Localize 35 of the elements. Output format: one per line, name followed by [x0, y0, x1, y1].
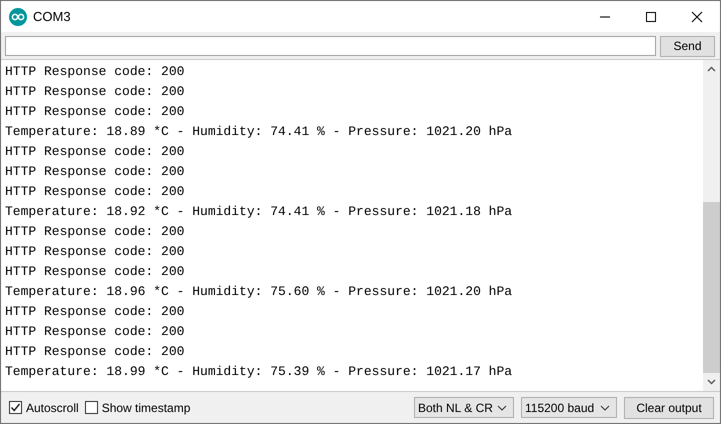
log-line: HTTP Response code: 200 [5, 323, 184, 341]
chevron-icon [600, 404, 610, 410]
send-button[interactable]: Send [660, 36, 715, 56]
checkbox-label[interactable]: Autoscroll [26, 400, 79, 414]
log-line: Temperature: 18.89 *C - Humidity: 74.41 % - Pressure: 1021.20 hPa [5, 123, 512, 141]
log-line: HTTP Response code: 200 [5, 303, 184, 321]
log-line: Temperature: 18.99 *C - Humidity: 75.39 % - Pressure: 1021.17 hPa [5, 363, 512, 381]
log-line: HTTP Response code: 200 [5, 343, 184, 361]
log-line: HTTP Response code: 200 [5, 103, 184, 121]
log-line: HTTP Response code: 200 [5, 163, 184, 181]
log-line: HTTP Response code: 200 [5, 63, 184, 81]
chevron-icon [497, 404, 507, 410]
log-line: HTTP Response code: 200 [5, 83, 184, 101]
app-logo-icon [9, 8, 27, 26]
checkbox[interactable] [9, 401, 22, 414]
log-line: Temperature: 18.96 *C - Humidity: 75.60 % - Pressure: 1021.20 hPa [5, 283, 512, 301]
input-field[interactable] [5, 36, 656, 56]
line-ending-dropdown[interactable]: Both NL & CR [414, 397, 514, 418]
log-line: HTTP Response code: 200 [5, 143, 184, 161]
scroll-thumb[interactable] [703, 202, 720, 373]
clear-output-button[interactable]: Clear output [624, 396, 714, 418]
log-line: Temperature: 18.92 *C - Humidity: 74.41 % - Pressure: 1021.18 hPa [5, 203, 512, 221]
scroll-down-icon[interactable] [707, 379, 716, 385]
log-line: HTTP Response code: 200 [5, 263, 184, 281]
close-icon[interactable] [691, 10, 703, 22]
scroll-up-icon[interactable] [707, 66, 716, 72]
log-line: HTTP Response code: 200 [5, 223, 184, 241]
checkbox-label[interactable]: Show timestamp [102, 400, 190, 414]
log-line: HTTP Response code: 200 [5, 183, 184, 201]
checkbox[interactable] [84, 401, 98, 414]
maximize-icon[interactable] [645, 10, 657, 22]
baud-dropdown[interactable]: 115200 baud [521, 397, 617, 418]
scrollbar[interactable] [703, 60, 720, 391]
window-title: COM3 [33, 9, 71, 24]
log-line: HTTP Response code: 200 [5, 243, 184, 261]
